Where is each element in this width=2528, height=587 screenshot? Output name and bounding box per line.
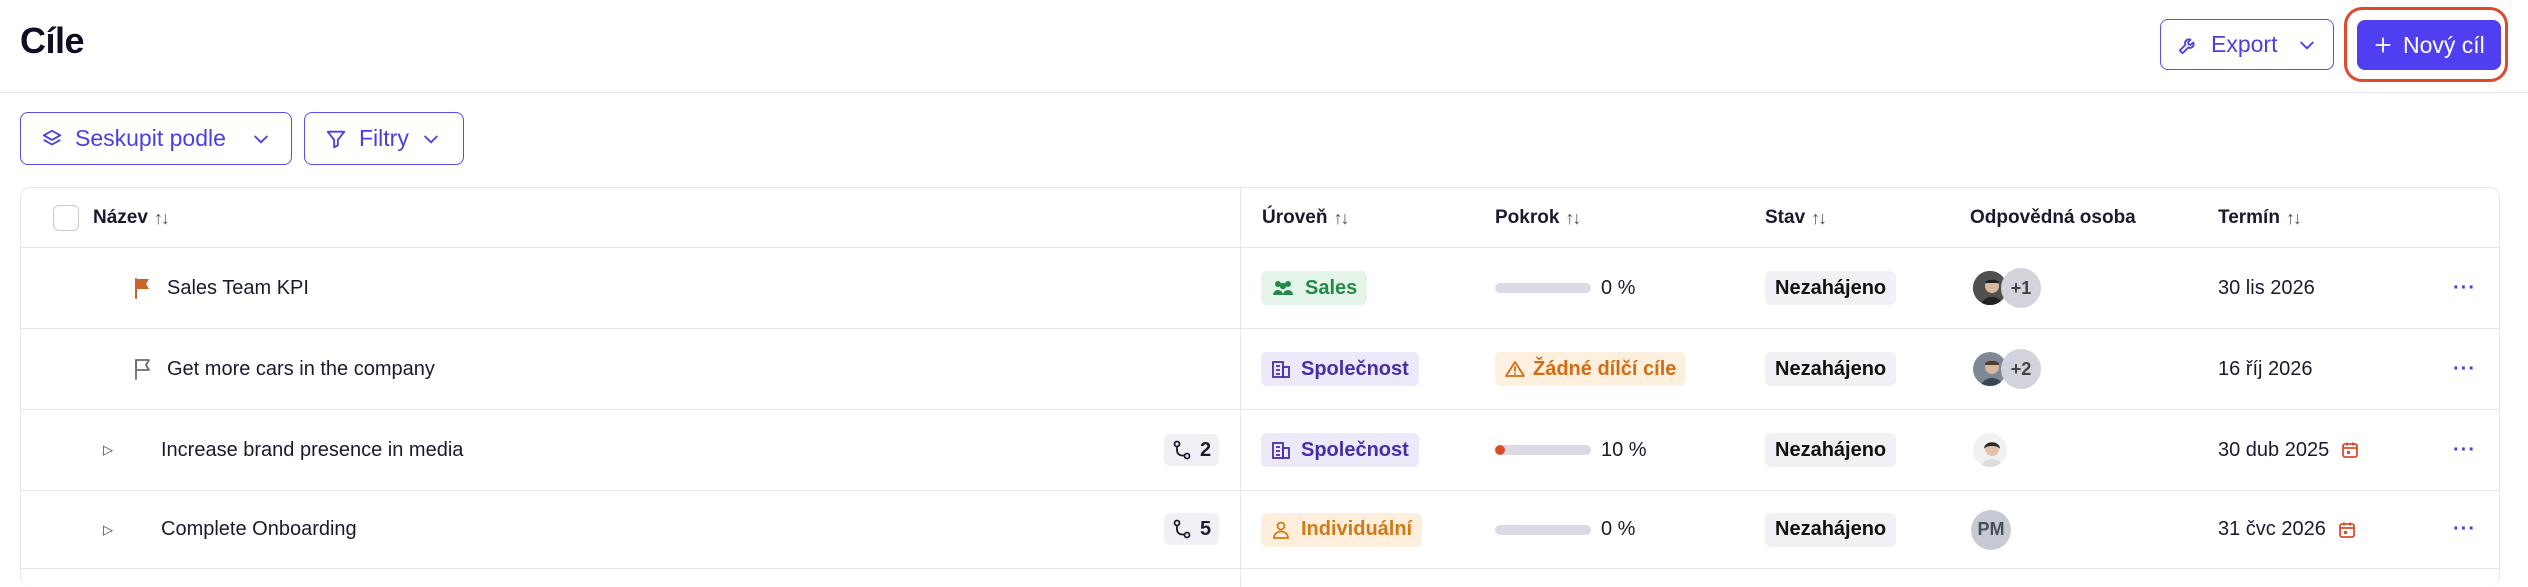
more-actions-button[interactable]: ··· — [2453, 248, 2476, 328]
building-icon — [1272, 361, 1290, 378]
new-goal-highlight: Nový cíl — [2344, 7, 2508, 82]
status-badge: Nezahájeno — [1765, 271, 1897, 305]
column-header-level[interactable]: Úroveň ↑↓ — [1262, 188, 1349, 248]
column-header-status[interactable]: Stav ↑↓ — [1765, 188, 1827, 248]
filters-label: Filtry — [359, 125, 409, 151]
chevron-down-icon — [2300, 41, 2314, 50]
building-icon — [1272, 442, 1290, 459]
deadline-date: 30 dub 2025 — [2218, 438, 2330, 461]
more-actions-button[interactable]: ··· — [2453, 491, 2476, 568]
team-icon — [1273, 281, 1293, 295]
page-header: Cíle Export Nový cíl — [0, 0, 2528, 93]
goal-name[interactable]: Increase brand presence in media — [161, 439, 463, 462]
select-all-checkbox[interactable] — [53, 205, 79, 231]
progress-bar — [1495, 445, 1591, 455]
table-row[interactable]: Get more cars in the company Společnost … — [21, 329, 2499, 410]
more-actions-button[interactable]: ··· — [2453, 329, 2476, 409]
avatar — [1971, 431, 2009, 469]
sort-icon: ↑↓ — [1333, 207, 1349, 228]
deadline-date: 30 lis 2026 — [2218, 276, 2315, 299]
level-badge: Společnost — [1261, 352, 1419, 386]
table-row[interactable]: ▷ Increase brand presence in media 2 Spo… — [21, 410, 2499, 491]
table-row[interactable]: ▷ Complete Onboarding 5 Individuální 0 %… — [21, 491, 2499, 569]
no-subgoals-warning: Žádné dílčí cíle — [1495, 352, 1687, 386]
progress-bar — [1495, 283, 1591, 293]
calendar-overdue-icon — [2342, 442, 2359, 458]
goal-name-cell: Get more cars in the company — [133, 329, 435, 409]
expand-triangle-icon[interactable]: ▷ — [103, 410, 113, 490]
group-by-label: Seskupit podle — [75, 125, 226, 151]
column-header-progress[interactable]: Pokrok ↑↓ — [1495, 188, 1581, 248]
level-badge: Sales — [1261, 271, 1368, 305]
level-badge: Individuální — [1261, 512, 1423, 547]
avatar-initials: PM — [1971, 509, 2011, 550]
warning-icon — [1505, 361, 1525, 377]
status-badge: Nezahájeno — [1765, 433, 1897, 467]
user-photo-icon — [1973, 433, 2007, 467]
chevron-down-icon — [254, 135, 268, 144]
progress-cell: 0 % — [1495, 491, 1635, 568]
progress-text: 0 % — [1601, 276, 1636, 299]
subgoals-icon — [1173, 519, 1191, 539]
export-button[interactable]: Export — [2160, 19, 2334, 70]
expand-triangle-icon[interactable]: ▷ — [103, 491, 113, 568]
sort-icon: ↑↓ — [153, 207, 170, 228]
chevron-down-icon — [424, 135, 438, 144]
export-label: Export — [2211, 31, 2278, 57]
outline-flag-icon — [135, 359, 150, 380]
layers-icon — [42, 129, 62, 145]
progress-bar — [1495, 524, 1591, 535]
plus-icon — [2375, 37, 2391, 53]
subgoals-count-badge[interactable]: 5 — [1164, 513, 1220, 545]
goal-name[interactable]: Complete Onboarding — [161, 518, 357, 541]
new-goal-button[interactable]: Nový cíl — [2357, 20, 2501, 70]
deadline-date: 31 čvc 2026 — [2218, 518, 2326, 540]
avatar-more-count: +2 — [2001, 349, 2041, 389]
progress-text: 10 % — [1601, 438, 1647, 461]
goals-table: Název ↑↓ Úroveň ↑↓ Pokrok ↑↓ Stav ↑↓ Odpověd… — [20, 187, 2500, 587]
progress-text: 0 % — [1601, 518, 1636, 540]
avatar-more-count: +1 — [2001, 268, 2041, 308]
goal-name-cell: Sales Team KPI — [133, 248, 309, 328]
table-row[interactable]: Sales Team KPI Sales 0 % Nezahájeno +1 3… — [21, 248, 2499, 329]
new-goal-label: Nový cíl — [2403, 31, 2485, 58]
page-title: Cíle — [20, 20, 85, 61]
level-badge: Společnost — [1261, 433, 1419, 467]
owner-cell[interactable]: PM — [1971, 491, 2091, 568]
column-header-name[interactable]: Název ↑↓ — [93, 188, 170, 248]
more-actions-button[interactable]: ··· — [2453, 410, 2476, 490]
goal-name[interactable]: Sales Team KPI — [167, 277, 309, 300]
filters-button[interactable]: Filtry — [304, 112, 464, 165]
subgoals-icon — [1173, 440, 1191, 460]
column-header-deadline[interactable]: Termín ↑↓ — [2218, 188, 2302, 248]
owner-cell[interactable]: +2 — [1971, 329, 2091, 409]
table-header: Název ↑↓ Úroveň ↑↓ Pokrok ↑↓ Stav ↑↓ Odpověd… — [21, 188, 2499, 248]
progress-cell: 10 % — [1495, 410, 1647, 490]
owner-cell[interactable] — [1971, 410, 2091, 490]
subgoals-count-badge[interactable]: 2 — [1164, 434, 1220, 466]
column-header-owner: Odpovědná osoba — [1970, 207, 2136, 228]
goal-name[interactable]: Get more cars in the company — [167, 358, 435, 381]
status-badge: Nezahájeno — [1765, 512, 1897, 547]
filled-flag-icon — [135, 278, 149, 299]
status-badge: Nezahájeno — [1765, 352, 1897, 386]
progress-cell: 0 % — [1495, 248, 1635, 328]
calendar-overdue-icon — [2338, 522, 2355, 538]
wrench-icon — [2178, 37, 2195, 54]
person-icon — [1273, 521, 1289, 539]
sort-icon: ↑↓ — [2285, 207, 2302, 228]
group-by-button[interactable]: Seskupit podle — [20, 112, 292, 165]
owner-cell[interactable]: +1 — [1971, 248, 2091, 328]
filter-icon — [326, 130, 346, 148]
sort-icon: ↑↓ — [1811, 207, 1827, 228]
sort-icon: ↑↓ — [1565, 207, 1581, 228]
deadline-date: 16 říj 2026 — [2218, 357, 2313, 380]
